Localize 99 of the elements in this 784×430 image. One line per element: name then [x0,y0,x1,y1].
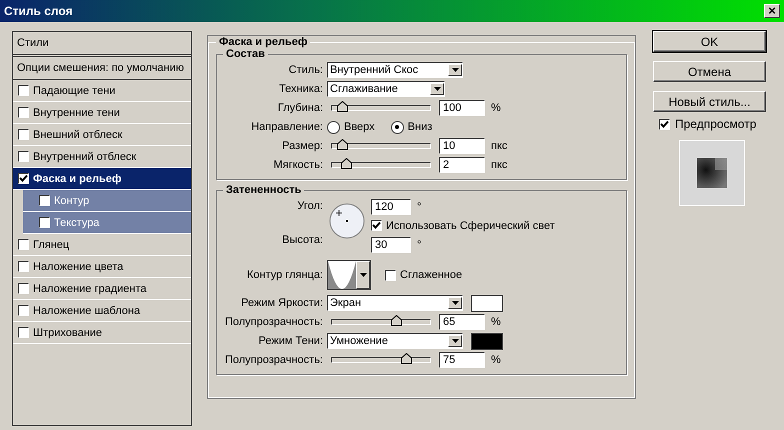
item-label: Наложение градиента [33,282,147,294]
dropdown[interactable]: Умножение [327,333,463,349]
curve-icon [328,261,356,289]
number-field[interactable]: 30 [371,236,411,252]
number-field[interactable]: 120 [371,198,411,214]
sidebar-item[interactable]: Наложение градиента [13,278,191,300]
item-label: Фаска и рельеф [33,172,122,184]
color-swatch[interactable] [471,332,503,350]
group-title: Затененность [225,184,302,196]
dropdown[interactable]: Внутренний Скос [327,62,463,78]
sidebar-item[interactable]: Штрихование [13,322,191,344]
slider-thumb[interactable] [336,139,348,150]
slider-thumb[interactable] [336,101,348,112]
item-label: Наложение шаблона [33,304,140,316]
checkbox[interactable] [18,261,29,272]
field-label: Режим Яркости: [240,297,323,309]
unit-label: % [491,316,501,328]
field-label: Размер: [281,140,323,152]
field-label: Режим Тени: [258,335,323,347]
item-label: Глянец [33,238,70,250]
dropdown[interactable]: Экран [327,295,463,311]
field-label: Полупрозрачность: [224,316,323,328]
checkbox-label: Сглаженное [400,269,462,281]
item-label: Внутренний отблеск [33,150,136,162]
preview-drawing [697,158,727,188]
field-label: Мягкость: [272,159,323,171]
sidebar-item[interactable]: Текстура [23,212,191,234]
checkbox[interactable] [18,239,29,250]
field-label: Стиль: [288,64,323,76]
field-label: Направление: [250,121,323,133]
contour-picker[interactable] [327,260,371,290]
number-field[interactable]: 2 [439,157,485,173]
group-title: Фаска и рельеф [218,36,308,48]
slider-thumb[interactable] [400,353,412,364]
panel-header[interactable]: Стили [13,32,191,57]
sidebar-item[interactable]: Контур [23,190,191,212]
checkbox[interactable] [18,305,29,316]
checkbox[interactable] [18,173,29,184]
radio-button[interactable]: Вниз [390,120,432,134]
dialog-button[interactable]: Новый стиль... [653,91,766,112]
dialog-button[interactable]: OK [653,31,766,52]
item-label: Внутренние тени [33,106,120,118]
radio-label: Вниз [408,121,432,133]
sidebar-item[interactable]: Внутренние тени [13,102,191,124]
checkbox[interactable] [659,118,670,130]
radio-button[interactable]: Вверх [327,120,375,134]
window-title: Стиль слоя [4,4,73,18]
unit-label: пкс [491,159,508,171]
item-label: Падающие тени [33,84,116,96]
checkbox-label: Предпросмотр [675,117,756,131]
radio-label: Вверх [344,121,375,133]
field-label: Техника: [278,83,323,95]
sidebar-item[interactable]: Фаска и рельеф [13,168,191,190]
dropdown[interactable]: Сглаживание [327,81,445,97]
field-label: Контур глянца: [246,269,323,281]
sidebar-item[interactable]: Наложение шаблона [13,300,191,322]
number-field[interactable]: 75 [439,352,485,368]
checkbox-label: Использовать Сферический свет [386,220,555,232]
number-field[interactable]: 100 [439,100,485,116]
number-field[interactable]: 10 [439,138,485,154]
radio-circle-icon[interactable] [390,120,404,134]
sidebar-item[interactable]: Внешний отблеск [13,124,191,146]
sidebar-item[interactable]: Наложение цвета [13,256,191,278]
checkbox[interactable] [18,107,29,118]
field-label: Высота: [281,234,323,246]
item-label: Внешний отблеск [33,128,122,140]
checkbox[interactable] [18,129,29,140]
field-label: Полупрозрачность: [224,354,323,366]
item-label: Штрихование [33,326,102,338]
item-label: Текстура [54,216,100,228]
number-field[interactable]: 65 [439,314,485,330]
checkbox[interactable] [18,151,29,162]
sidebar-item[interactable]: Глянец [13,234,191,256]
unit-label: пкс [491,140,508,152]
radio-circle-icon[interactable] [327,120,340,134]
sidebar-item[interactable]: Падающие тени [13,80,191,102]
angle-dial[interactable] [329,203,365,239]
field-label: Угол: [296,200,323,212]
unit-label: ° [417,200,422,212]
dialog-button[interactable]: Отмена [653,61,766,82]
item-label: Наложение цвета [33,260,124,272]
checkbox[interactable] [39,195,50,206]
checkbox[interactable] [18,283,29,294]
checkbox[interactable] [18,327,29,338]
checkbox[interactable] [39,217,50,228]
checkbox[interactable] [18,85,29,96]
checkbox[interactable] [371,220,382,231]
unit-label: % [491,102,501,114]
unit-label: % [491,354,501,366]
color-swatch[interactable] [471,294,503,312]
field-label: Глубина: [276,102,323,114]
group-title: Состав [225,48,266,60]
item-label: Контур [54,194,90,206]
unit-label: ° [417,238,422,250]
slider-thumb[interactable] [390,315,402,326]
checkbox[interactable] [385,270,396,280]
sidebar-item[interactable]: Опции смешения: по умолчанию [13,57,191,80]
slider-thumb[interactable] [340,158,352,169]
close-button[interactable]: × [764,4,780,18]
